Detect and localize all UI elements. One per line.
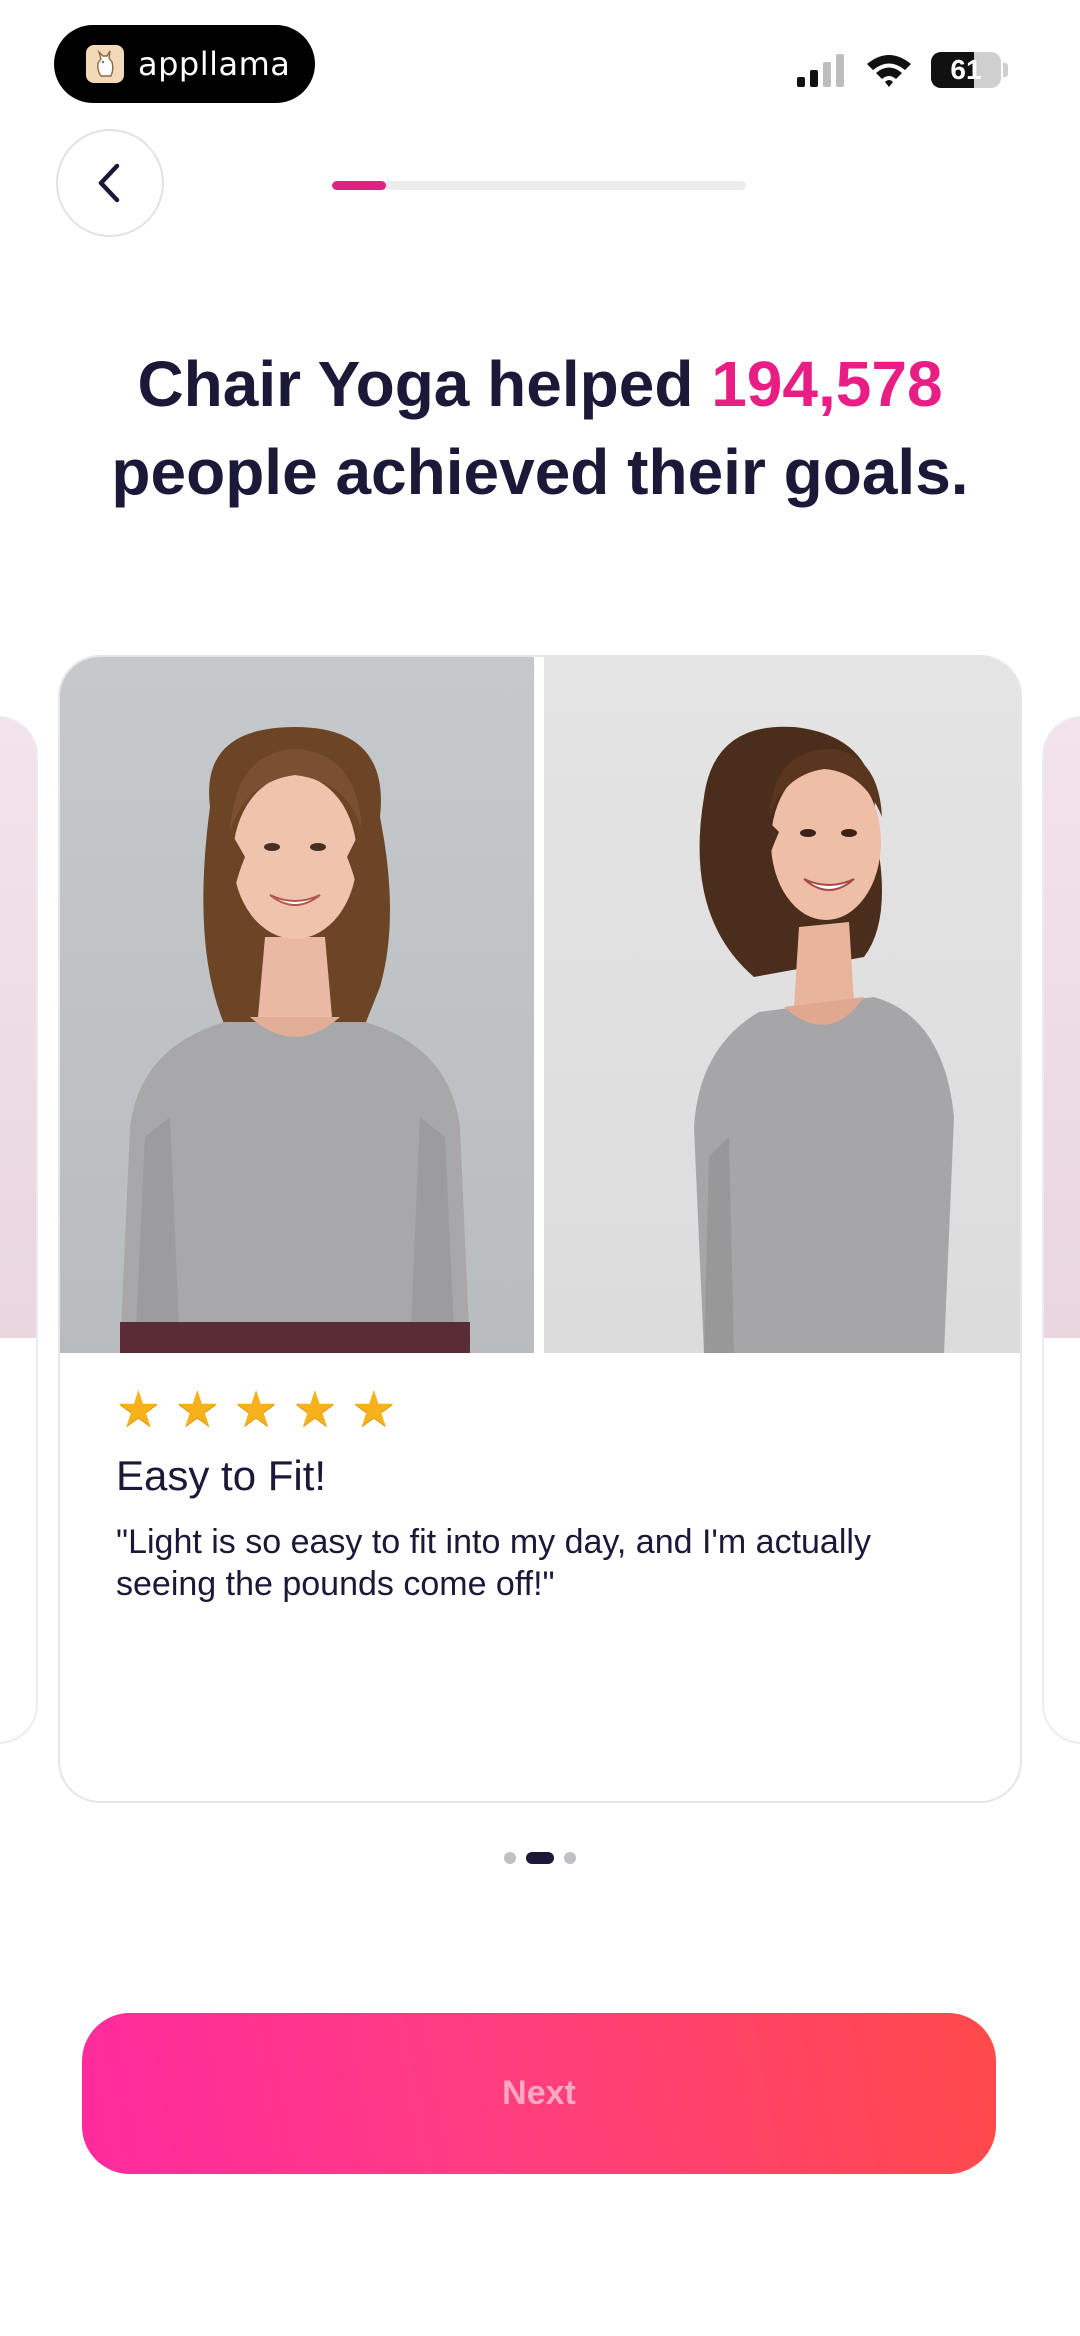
rating-stars: ★ ★ ★ ★ ★ bbox=[116, 1384, 396, 1434]
before-photo bbox=[60, 657, 534, 1353]
status-icons: 61 bbox=[797, 50, 1008, 90]
llama-logo-icon bbox=[86, 45, 124, 83]
onboarding-progress-bar bbox=[332, 181, 746, 190]
testimonial-title: Easy to Fit! bbox=[116, 1452, 327, 1499]
app-pill-label: appllama bbox=[138, 45, 291, 83]
cellular-signal-icon bbox=[797, 54, 844, 87]
page-title: Chair Yoga helped 194,578 people achieve… bbox=[40, 340, 1040, 516]
headline-text-end: people achieved their goals. bbox=[111, 436, 969, 508]
after-photo bbox=[544, 657, 1020, 1353]
testimonial-card[interactable]: ★ ★ ★ ★ ★ Easy to Fit! "Light is so easy… bbox=[58, 655, 1022, 1803]
testimonial-quote: "Light is so easy to fit into my day, an… bbox=[116, 1523, 871, 1603]
headline-count: 194,578 bbox=[711, 348, 943, 420]
next-button[interactable]: Next bbox=[82, 2013, 996, 2174]
previous-testimonial-card[interactable] bbox=[0, 716, 38, 1744]
back-button[interactable] bbox=[56, 129, 164, 237]
progress-fill bbox=[332, 181, 386, 190]
pagination-dot[interactable] bbox=[564, 1852, 576, 1864]
pagination-dot-active[interactable] bbox=[526, 1852, 554, 1864]
carousel-pagination bbox=[0, 1852, 1080, 1864]
app-pill[interactable]: appllama bbox=[54, 25, 315, 103]
star-icon: ★ bbox=[174, 1380, 220, 1438]
star-icon: ★ bbox=[351, 1380, 397, 1438]
headline-text-start: Chair Yoga helped bbox=[137, 348, 712, 420]
chevron-left-icon bbox=[98, 163, 120, 203]
pagination-dot[interactable] bbox=[504, 1852, 516, 1864]
star-icon: ★ bbox=[116, 1380, 161, 1438]
next-testimonial-card[interactable] bbox=[1042, 716, 1080, 1744]
before-after-photos bbox=[60, 657, 1020, 1353]
battery-level: 61 bbox=[950, 54, 982, 85]
wifi-icon bbox=[867, 55, 911, 87]
star-icon: ★ bbox=[233, 1380, 279, 1438]
battery-indicator: 61 bbox=[931, 52, 1001, 88]
star-icon: ★ bbox=[292, 1380, 338, 1438]
